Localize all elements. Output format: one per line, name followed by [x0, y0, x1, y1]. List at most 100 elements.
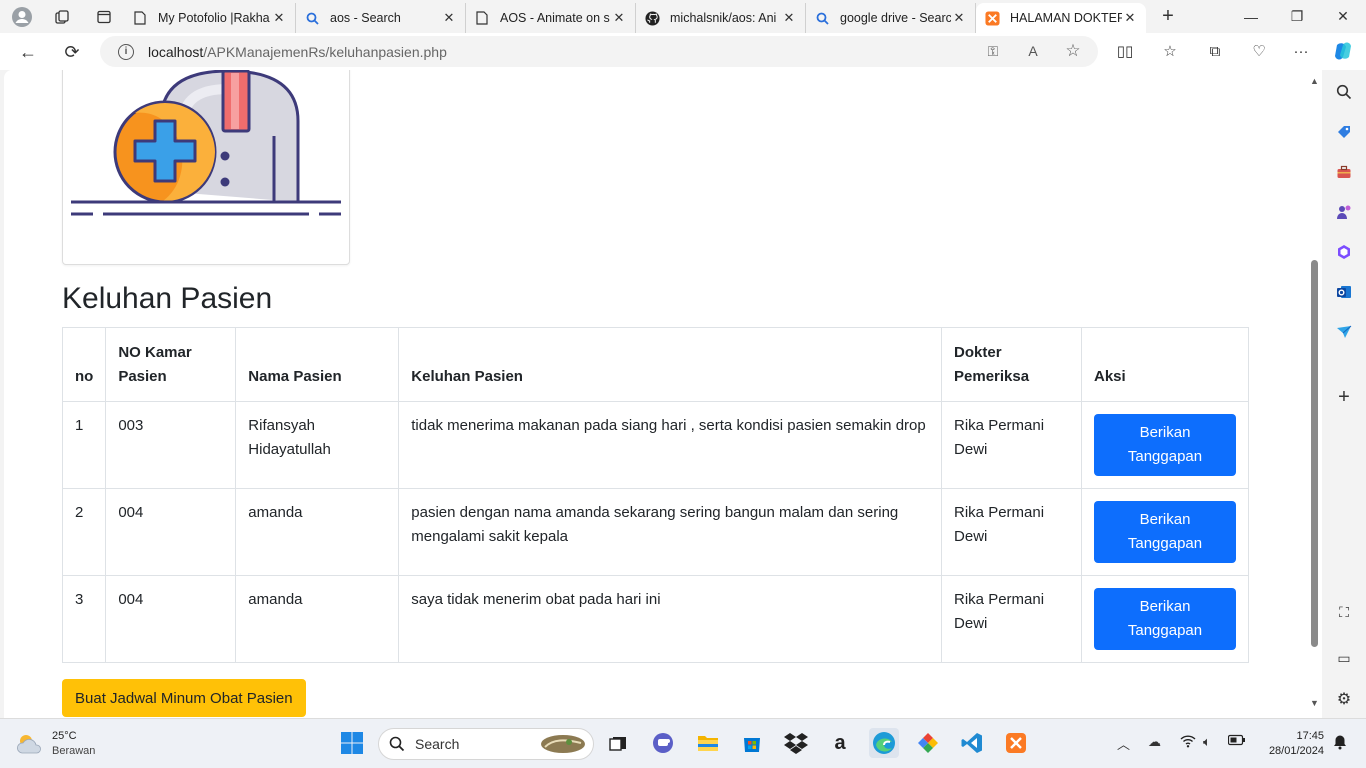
tab-title: aos - Search	[330, 11, 401, 25]
copilot-icon[interactable]	[1328, 36, 1358, 66]
wifi-icon[interactable]	[1180, 734, 1196, 751]
cloud-sun-icon	[17, 735, 41, 754]
add-sidebar-app-icon[interactable]: +	[1332, 385, 1356, 409]
task-view-icon[interactable]	[603, 728, 633, 758]
complaints-table: no NO Kamar Pasien Nama Pasien Keluhan P…	[61, 327, 1249, 663]
column-header-room: NO Kamar Pasien	[105, 327, 237, 402]
more-menu-icon[interactable]: ···	[1286, 36, 1316, 66]
scroll-down-icon[interactable]: ▼	[1310, 698, 1319, 708]
tab-portfolio[interactable]: My Potofolio |Rakha ✕	[124, 3, 296, 33]
tab-title: AOS - Animate on s	[500, 11, 610, 25]
minimize-icon[interactable]: —	[1228, 0, 1274, 33]
close-icon[interactable]: ✕	[271, 10, 287, 26]
close-icon[interactable]: ✕	[781, 10, 797, 26]
favorites-icon[interactable]: ☆	[1155, 36, 1185, 66]
onedrive-cloud-icon[interactable]: ☁	[1148, 734, 1161, 750]
close-icon[interactable]: ✕	[611, 10, 627, 26]
search-highlight-image-icon	[541, 735, 585, 753]
microsoft-365-icon[interactable]	[1332, 240, 1356, 264]
cell-no: 1	[61, 401, 107, 489]
tools-icon[interactable]	[1332, 160, 1356, 184]
scroll-up-icon[interactable]: ▲	[1310, 76, 1319, 86]
tab-actions-icon[interactable]	[90, 3, 118, 31]
cell-no: 3	[61, 575, 107, 663]
cell-doctor: Rika Permani Dewi	[941, 488, 1082, 576]
tab-title: google drive - Searc	[840, 11, 951, 25]
app-diamond-icon[interactable]	[913, 728, 943, 758]
amazon-icon[interactable]: a	[825, 728, 855, 758]
table-row: 3 004 amanda saya tidak menerim obat pad…	[61, 575, 1249, 663]
search-icon[interactable]	[1332, 80, 1356, 104]
games-icon[interactable]	[1332, 200, 1356, 224]
cell-patient-name: amanda	[235, 488, 400, 576]
settings-gear-icon[interactable]: ⚙	[1332, 687, 1356, 711]
restore-icon[interactable]: ❐	[1274, 0, 1320, 33]
search-icon	[304, 10, 320, 26]
password-key-icon[interactable]: ⚿	[982, 40, 1004, 62]
teams-chat-icon[interactable]	[648, 728, 678, 758]
profile-icon[interactable]	[8, 3, 36, 31]
volume-icon[interactable]: 🔈︎	[1203, 734, 1211, 750]
create-medication-schedule-button[interactable]: Buat Jadwal Minum Obat Pasien	[62, 679, 306, 717]
screenshot-icon[interactable]: ⛶	[1332, 600, 1356, 624]
dropbox-icon[interactable]	[781, 728, 811, 758]
tab-title: michalsnik/aos: Ani	[670, 11, 777, 25]
page-scrollbar[interactable]: ▲ ▼	[1308, 70, 1322, 718]
cell-complaint: pasien dengan nama amanda sekarang serin…	[398, 488, 943, 576]
file-explorer-icon[interactable]	[693, 728, 723, 758]
cell-doctor: Rika Permani Dewi	[941, 575, 1082, 663]
collections-icon[interactable]: ⧉	[1200, 36, 1230, 66]
read-aloud-icon[interactable]: A	[1022, 40, 1044, 62]
respond-button[interactable]: Berikan Tanggapan	[1094, 501, 1236, 563]
microsoft-store-icon[interactable]	[737, 728, 767, 758]
show-hidden-icons-chevron[interactable]: ︿	[1117, 734, 1130, 753]
medical-illustration-icon	[71, 70, 341, 216]
close-icon[interactable]: ✕	[1122, 10, 1138, 26]
windows-taskbar: 25°C Berawan Search a ︿ ☁ 🔈︎ 17:45 28/01…	[0, 718, 1366, 768]
favorite-star-icon[interactable]: ☆	[1062, 40, 1084, 62]
outlook-icon[interactable]	[1332, 280, 1356, 304]
shopping-tag-icon[interactable]	[1332, 120, 1356, 144]
table-row: 1 003 Rifansyah Hidayatullah tidak mener…	[61, 401, 1249, 489]
tab-aos-animate[interactable]: AOS - Animate on s ✕	[466, 3, 636, 33]
browser-essentials-icon[interactable]: ♡	[1244, 36, 1274, 66]
clock-time: 17:45	[1296, 730, 1324, 742]
column-header-doctor: Dokter Pemeriksa	[941, 327, 1082, 402]
cell-room: 004	[105, 575, 237, 663]
window-close-icon[interactable]: ✕	[1320, 0, 1366, 33]
tab-title: HALAMAN DOKTER	[1010, 11, 1122, 25]
tab-google-drive-search[interactable]: google drive - Searc ✕	[806, 3, 976, 33]
refresh-icon[interactable]: ⟳	[57, 37, 87, 67]
page-title: Keluhan Pasien	[62, 282, 273, 315]
tab-halaman-dokter[interactable]: HALAMAN DOKTER ✕	[976, 3, 1146, 33]
xampp-icon[interactable]	[1001, 728, 1031, 758]
new-tab-icon[interactable]: +	[1154, 3, 1182, 31]
tab-github[interactable]: michalsnik/aos: Ani ✕	[636, 3, 806, 33]
close-icon[interactable]: ✕	[441, 10, 457, 26]
respond-button[interactable]: Berikan Tanggapan	[1094, 414, 1236, 476]
battery-icon[interactable]	[1227, 734, 1246, 749]
site-info-icon[interactable]: i	[118, 43, 134, 60]
scrollbar-thumb[interactable]	[1311, 260, 1318, 647]
drop-icon[interactable]	[1332, 320, 1356, 344]
page-icon	[474, 10, 490, 26]
cell-room: 003	[105, 401, 237, 489]
hide-sidebar-icon[interactable]: ▭	[1332, 646, 1356, 670]
notification-bell-icon[interactable]	[1332, 734, 1348, 754]
url-field[interactable]: i localhost/APKManajemenRs/keluhanpasien…	[100, 36, 1098, 67]
system-clock[interactable]: 17:45 28/01/2024	[1258, 729, 1324, 759]
workspaces-icon[interactable]	[48, 3, 76, 31]
url-path: /APKManajemenRs/keluhanpasien.php	[203, 43, 447, 60]
web-page: Keluhan Pasien no NO Kamar Pasien Nama P…	[4, 70, 1308, 718]
vscode-icon[interactable]	[957, 728, 987, 758]
back-icon[interactable]: ←	[13, 37, 43, 67]
start-windows-icon[interactable]	[337, 728, 367, 758]
respond-button[interactable]: Berikan Tanggapan	[1094, 588, 1236, 650]
close-icon[interactable]: ✕	[951, 10, 967, 26]
split-screen-icon[interactable]: ▯▯	[1110, 36, 1140, 66]
edge-browser-icon[interactable]	[869, 728, 899, 758]
taskbar-search[interactable]: Search	[378, 728, 594, 760]
tab-aos-search[interactable]: aos - Search ✕	[296, 3, 466, 33]
xampp-icon	[984, 10, 1000, 26]
weather-widget[interactable]: 25°C Berawan	[16, 729, 95, 759]
